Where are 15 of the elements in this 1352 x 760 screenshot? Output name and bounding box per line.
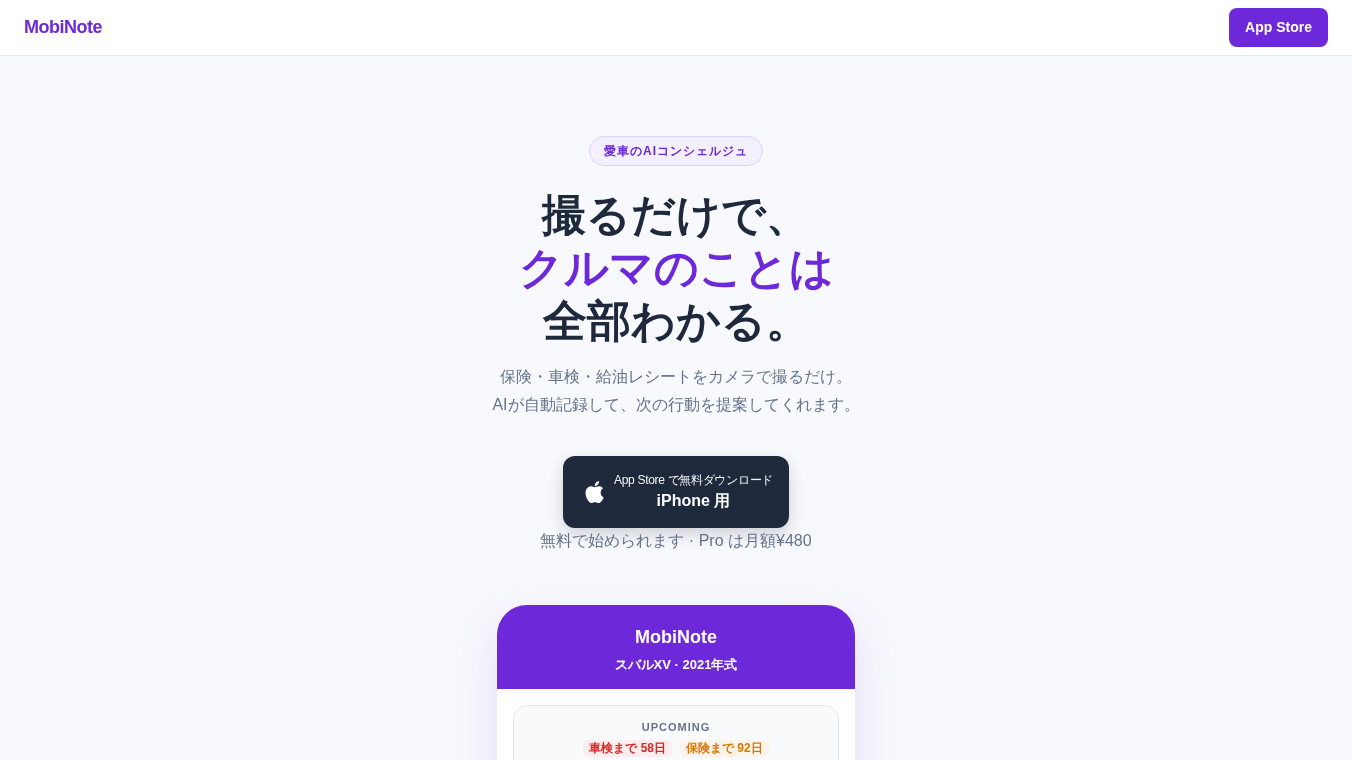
app-store-button[interactable]: App Store xyxy=(1229,8,1328,47)
pricing-note: 無料で始められます · Pro は月額¥480 xyxy=(540,531,812,551)
countdown-tag: 保険まで 92日 xyxy=(680,740,769,757)
headline-line: クルマのことは xyxy=(518,242,834,294)
headline-line: 全部わかる。 xyxy=(542,295,810,347)
apple-icon xyxy=(585,481,604,503)
tagline-badge: 愛車のAIコンシェルジュ xyxy=(589,136,763,166)
download-button[interactable]: App Store で無料ダウンロード iPhone 用 xyxy=(563,456,789,528)
vehicle-subtitle: スバルXV · 2021年式 xyxy=(613,656,739,674)
countdown-tag: 車検まで 58日 xyxy=(583,740,672,757)
hero-description: 保険・車検・給油レシートをカメラで撮るだけ。 AIが自動記録して、次の行動を提案してくれます。 xyxy=(492,367,860,415)
app-title: MobiNote xyxy=(634,626,718,649)
headline-line: 撮るだけで、 xyxy=(542,189,810,241)
upcoming-heading: UPCOMING xyxy=(640,720,712,734)
app-logo[interactable]: MobiNote xyxy=(24,14,102,41)
